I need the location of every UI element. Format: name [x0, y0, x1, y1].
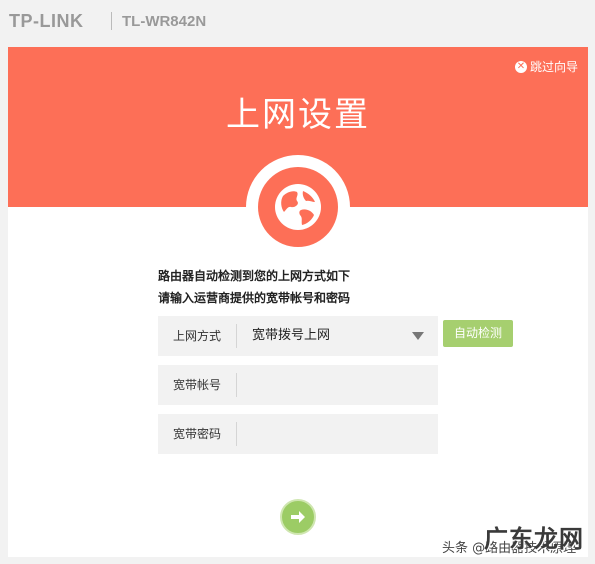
chevron-down-icon[interactable]: [412, 332, 424, 340]
password-field: 宽带密码: [158, 414, 438, 454]
page-title: 上网设置: [226, 95, 370, 135]
password-input[interactable]: [244, 420, 434, 450]
close-icon: ✕: [514, 60, 527, 73]
connection-type-label: 上网方式: [172, 329, 221, 343]
auto-detect-button[interactable]: 自动检测: [443, 320, 513, 347]
field-divider: [236, 373, 237, 397]
account-label: 宽带帐号: [172, 378, 221, 392]
brand-logo: TP-LINK: [9, 11, 84, 31]
globe-icon: [258, 167, 338, 247]
brand-divider: [111, 12, 112, 30]
skip-wizard-button[interactable]: ✕ 跳过向导: [514, 58, 578, 75]
account-input[interactable]: [244, 371, 434, 401]
detect-result-text: 路由器自动检测到您的上网方式如下: [158, 269, 351, 283]
skip-wizard-label: 跳过向导: [529, 60, 578, 74]
top-bar: TP-LINK TL-WR842N: [0, 0, 595, 44]
next-button[interactable]: [280, 499, 316, 535]
account-field: 宽带帐号: [158, 365, 438, 405]
setup-card: ✕ 跳过向导 上网设置 路由器自动检测到您的上网方式如下 请输入运营商提供的宽带…: [8, 47, 588, 557]
field-divider: [236, 422, 237, 446]
watermark-logo: 广东龙网: [484, 525, 584, 553]
model-name: TL-WR842N: [122, 13, 207, 30]
instruction-text: 请输入运营商提供的宽带帐号和密码: [158, 291, 351, 305]
arrow-right-icon: [291, 511, 305, 523]
field-divider: [236, 324, 237, 348]
password-label: 宽带密码: [172, 427, 221, 441]
connection-type-select[interactable]: 上网方式 宽带拨号上网: [158, 316, 438, 356]
connection-type-value: 宽带拨号上网: [252, 328, 331, 343]
